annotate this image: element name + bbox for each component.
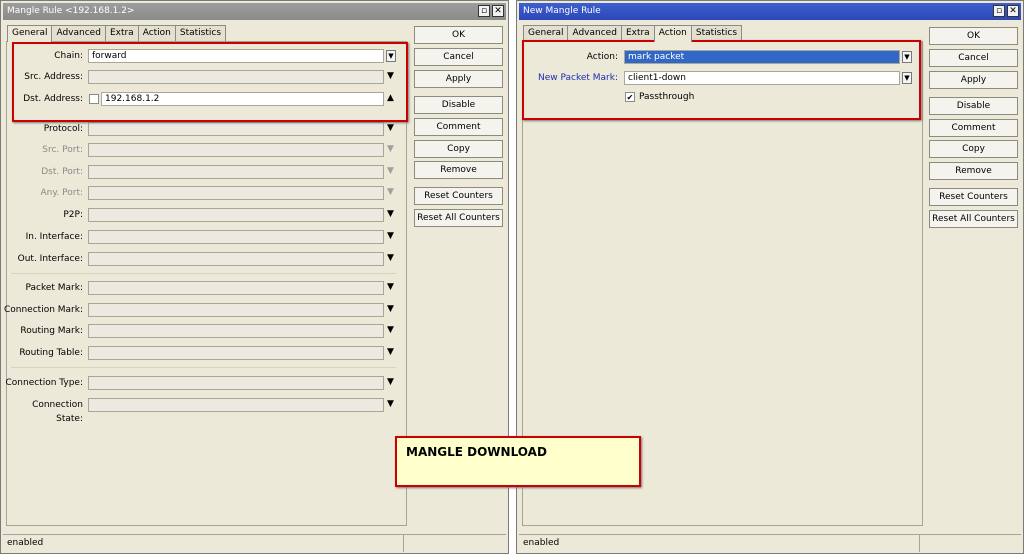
packet-mark-input[interactable] [88,281,384,295]
ok-button[interactable]: OK [929,27,1018,45]
minimize-icon[interactable]: ▫ [993,5,1005,17]
remove-button[interactable]: Remove [414,161,503,179]
status-text: enabled [523,538,560,548]
window-title: New Mangle Rule [523,6,601,16]
comment-button[interactable]: Comment [929,119,1018,137]
dropdown-arrow-icon[interactable]: ▼ [387,281,394,293]
dropdown-arrow-icon[interactable]: ▼ [387,252,394,264]
dst-port-label: Dst. Port: [41,167,83,177]
dropdown-arrow-icon: ▼ [387,187,394,197]
routing-table-label: Routing Table: [19,348,83,358]
ok-button[interactable]: OK [414,26,503,44]
dropdown-arrow-icon[interactable]: ▼ [387,230,394,242]
connection-state-input[interactable] [88,398,384,412]
routing-mark-input[interactable] [88,324,384,338]
packet-mark-label: Packet Mark: [25,283,83,293]
tab-action[interactable]: Action [653,25,692,42]
tab-extra[interactable]: Extra [620,25,655,41]
dropdown-arrow-icon[interactable]: ▼ [387,376,394,388]
window-title-bar[interactable]: New Mangle Rule ▫ ✕ [519,3,1021,20]
reset-all-counters-button[interactable]: Reset All Counters [929,210,1018,228]
connection-type-label: Connection Type: [5,378,84,388]
copy-button[interactable]: Copy [929,140,1018,158]
section-divider [11,367,396,368]
src-port-input [88,143,384,157]
cancel-button[interactable]: Cancel [414,48,503,66]
tab-statistics[interactable]: Statistics [174,25,227,41]
p2p-label: P2P: [63,210,83,220]
tab-action[interactable]: Action [137,25,176,41]
dropdown-arrow-icon[interactable]: ▼ [387,303,394,315]
protocol-label: Protocol: [43,124,83,134]
comment-button[interactable]: Comment [414,118,503,136]
tab-general[interactable]: General [7,25,53,42]
apply-button[interactable]: Apply [414,70,503,88]
apply-button[interactable]: Apply [929,71,1018,89]
close-icon[interactable]: ✕ [1007,5,1019,17]
dropdown-arrow-icon[interactable]: ▼ [387,398,394,410]
reset-counters-button[interactable]: Reset Counters [414,187,503,205]
copy-button[interactable]: Copy [414,140,503,158]
any-port-input [88,186,384,200]
tab-advanced[interactable]: Advanced [51,25,106,41]
connection-mark-input[interactable] [88,303,384,317]
connection-type-input[interactable] [88,376,384,390]
tab-advanced[interactable]: Advanced [567,25,622,41]
disable-button[interactable]: Disable [929,97,1018,115]
reset-all-counters-button[interactable]: Reset All Counters [414,209,503,227]
p2p-input[interactable] [88,208,384,222]
dropdown-arrow-icon[interactable]: ▼ [387,346,394,358]
window-title: Mangle Rule <192.168.1.2> [7,6,135,16]
routing-table-input[interactable] [88,346,384,360]
out-interface-label: Out. Interface: [17,254,83,264]
minimize-icon[interactable]: ▫ [478,5,490,17]
dropdown-arrow-icon: ▼ [387,166,394,176]
connection-state-label: Connection State: [32,400,83,424]
highlight-box-left [12,42,408,122]
tab-general[interactable]: General [523,25,569,41]
section-divider [11,273,396,274]
status-text: enabled [7,538,44,548]
tab-extra[interactable]: Extra [104,25,139,41]
dropdown-arrow-icon[interactable]: ▼ [387,122,394,134]
remove-button[interactable]: Remove [929,162,1018,180]
cancel-button[interactable]: Cancel [929,49,1018,67]
dropdown-arrow-icon: ▼ [387,144,394,154]
routing-mark-label: Routing Mark: [20,326,83,336]
dropdown-arrow-icon[interactable]: ▼ [387,324,394,336]
window-title-bar[interactable]: Mangle Rule <192.168.1.2> ▫ ✕ [3,3,506,20]
in-interface-label: In. Interface: [25,232,83,242]
any-port-label: Any. Port: [40,188,84,198]
connection-mark-label: Connection Mark: [3,305,83,315]
tab-statistics[interactable]: Statistics [690,25,743,41]
disable-button[interactable]: Disable [414,96,503,114]
highlight-box-right [522,40,921,120]
out-interface-input[interactable] [88,252,384,266]
in-interface-input[interactable] [88,230,384,244]
src-port-label: Src. Port: [42,145,83,155]
protocol-input[interactable] [88,122,384,136]
close-icon[interactable]: ✕ [492,5,504,17]
dst-port-input [88,165,384,179]
reset-counters-button[interactable]: Reset Counters [929,188,1018,206]
annotation-note: MANGLE DOWNLOAD [395,436,641,487]
status-bar: enabled [3,534,506,552]
dropdown-arrow-icon[interactable]: ▼ [387,208,394,220]
status-bar: enabled [519,534,1021,552]
